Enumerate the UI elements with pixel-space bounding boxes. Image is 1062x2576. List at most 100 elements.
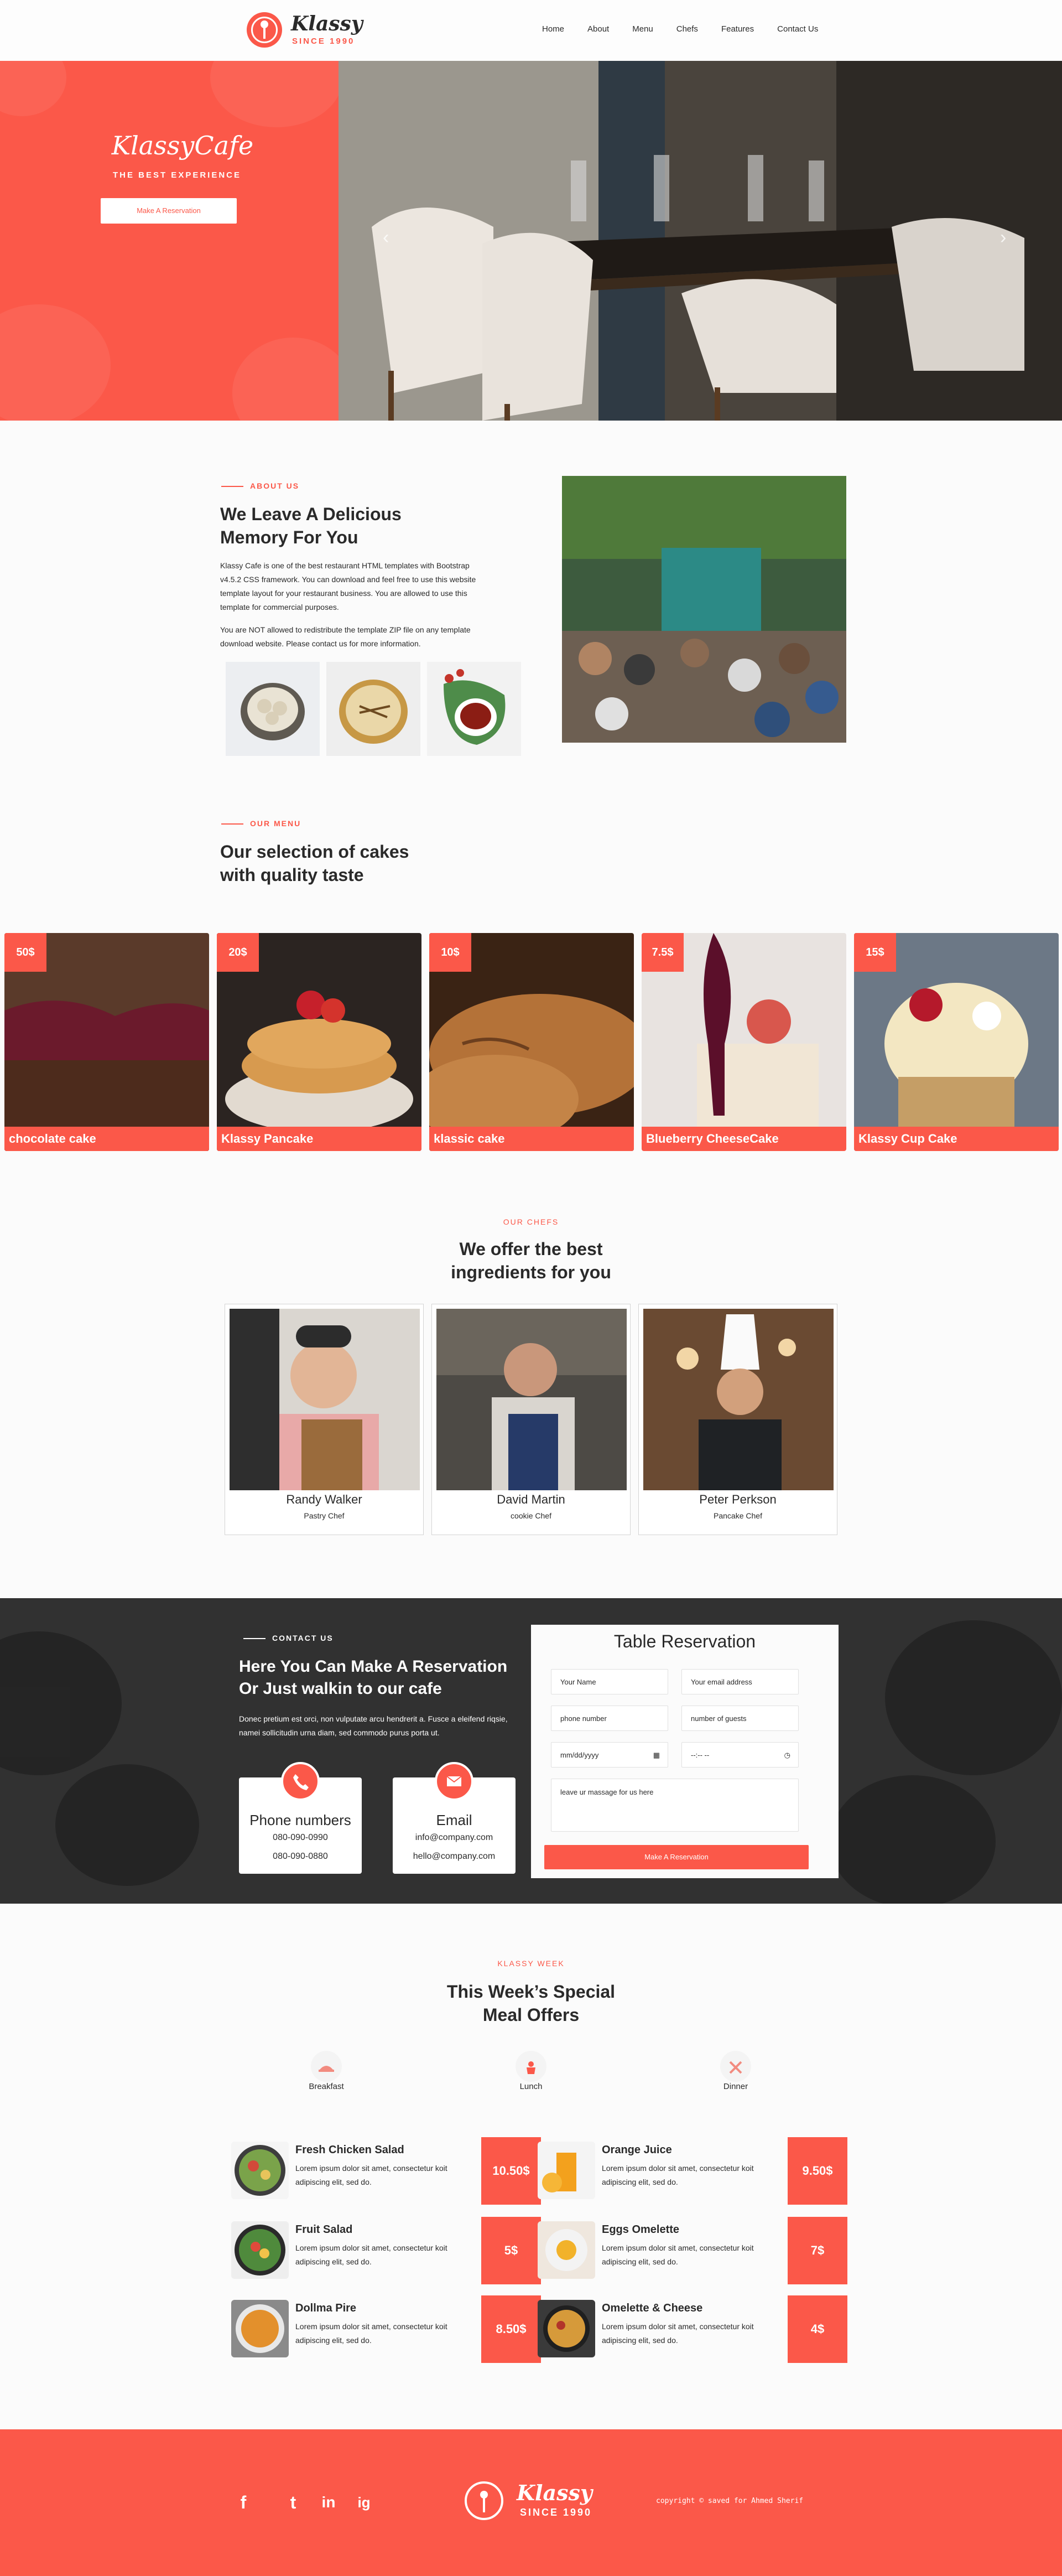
phone-number-1[interactable]: 080-090-0990 — [239, 1833, 362, 1843]
menu-item-price: 15$ — [854, 933, 896, 972]
about-heading-2: Memory For You — [220, 527, 358, 547]
chef-card[interactable]: Randy Walker Pastry Chef — [225, 1304, 424, 1535]
slider-next-icon[interactable]: › — [1000, 227, 1006, 248]
chefs-heading-2: ingredients for you — [451, 1262, 611, 1282]
phone-icon — [281, 1762, 320, 1801]
site-header: Klassy SINCE 1990 Home About Menu Chefs … — [0, 0, 1062, 61]
about-heading-1: We Leave A Delicious — [220, 504, 402, 524]
reservation-heading-2: Or Just walkin to our cafe — [239, 1680, 442, 1698]
menu-item-name: klassic cake — [429, 1127, 634, 1151]
offer-name: Fresh Chicken Salad — [295, 2144, 404, 2156]
about-thumb-bowl[interactable] — [326, 662, 420, 756]
menu-item-card[interactable]: 15$ Klassy Cup Cake — [854, 933, 1059, 1151]
offer-description: Lorem ipsum dolor sit amet, consectetur … — [295, 2164, 447, 2186]
menu-item-name: Klassy Pancake — [217, 1127, 421, 1151]
nav-menu[interactable]: Menu — [632, 24, 653, 38]
menu-item-card[interactable]: 7.5$ Blueberry CheeseCake — [642, 933, 846, 1151]
chef-card[interactable]: David Martin cookie Chef — [431, 1304, 631, 1535]
menu-item-name: chocolate cake — [4, 1127, 209, 1151]
offer-price: 9.50$ — [788, 2137, 847, 2205]
dinner-icon[interactable] — [720, 2051, 751, 2082]
menu-item-price: 7.5$ — [642, 933, 684, 972]
offer-name: Dollma Pire — [295, 2302, 357, 2314]
linkedin-icon[interactable]: in — [317, 2491, 340, 2513]
submit-reservation-button[interactable]: Make A Reservation — [544, 1845, 809, 1869]
instagram-icon[interactable]: ig — [353, 2491, 375, 2513]
copyright-text: copyright © saved for Ahmed Sherif — [656, 2497, 804, 2505]
menu-item-card[interactable]: 50$ chocolate cake — [4, 933, 209, 1151]
chef-role: cookie Chef — [511, 1511, 551, 1520]
envelope-icon — [435, 1762, 473, 1801]
contact-tag: CONTACT US — [243, 1634, 334, 1642]
email-box: Email info@company.com hello@company.com — [393, 1762, 516, 1874]
offer-item[interactable]: Fruit Salad Lorem ipsum dolor sit amet, … — [231, 2217, 541, 2284]
form-title: Table Reservation — [613, 1631, 756, 1651]
facebook-icon[interactable]: f — [232, 2491, 254, 2513]
offer-description: Lorem ipsum dolor sit amet, consectetur … — [295, 2322, 447, 2345]
lunch-icon[interactable] — [516, 2051, 546, 2082]
time-select[interactable]: --:-- -- ◷ — [681, 1742, 799, 1768]
offer-item[interactable]: Orange Juice Lorem ipsum dolor sit amet,… — [538, 2137, 847, 2205]
hero-title: KlassyCafe — [111, 131, 254, 160]
date-input[interactable]: mm/dd/yyyy ▦ — [551, 1742, 668, 1768]
tab-dinner[interactable]: Dinner — [702, 2082, 769, 2091]
about-paragraph-1: Klassy Cafe is one of the best restauran… — [220, 561, 476, 611]
nav-features[interactable]: Features — [721, 24, 754, 38]
menu-item-card[interactable]: 20$ Klassy Pancake — [217, 933, 421, 1151]
offer-description: Lorem ipsum dolor sit amet, consectetur … — [295, 2243, 447, 2266]
offer-item[interactable]: Dollma Pire Lorem ipsum dolor sit amet, … — [231, 2295, 541, 2363]
guests-select[interactable]: number of guests — [681, 1706, 799, 1731]
chef-role: Pancake Chef — [714, 1511, 762, 1520]
footer-logo-text: Klassy — [517, 2480, 592, 2505]
nav-chefs[interactable]: Chefs — [676, 24, 698, 38]
logo[interactable]: Klassy SINCE 1990 — [247, 12, 363, 51]
menu-item-card[interactable]: 10$ klassic cake — [429, 933, 634, 1151]
offer-description: Lorem ipsum dolor sit amet, consectetur … — [602, 2164, 754, 2186]
tab-lunch[interactable]: Lunch — [498, 2082, 564, 2091]
chef-name: Peter Perkson — [699, 1492, 777, 1506]
about-thumb-dumplings[interactable] — [226, 662, 320, 756]
nav-home[interactable]: Home — [542, 24, 564, 38]
nav-about[interactable]: About — [587, 24, 609, 38]
phone-number-2[interactable]: 080-090-0880 — [239, 1852, 362, 1862]
chef-card[interactable]: Peter Perkson Pancake Chef — [638, 1304, 837, 1535]
menu-item-price: 50$ — [4, 933, 46, 972]
offer-item[interactable]: Fresh Chicken Salad Lorem ipsum dolor si… — [231, 2137, 541, 2205]
name-input[interactable]: Your Name — [551, 1669, 668, 1694]
offer-name: Orange Juice — [602, 2144, 672, 2156]
about-paragraph-2: You are NOT allowed to redistribute the … — [220, 625, 471, 648]
calendar-icon[interactable]: ▦ — [653, 1743, 660, 1768]
phone-title: Phone numbers — [249, 1812, 351, 1828]
clock-icon[interactable]: ◷ — [784, 1743, 790, 1768]
email-title: Email — [436, 1812, 472, 1828]
offer-price: 7$ — [788, 2217, 847, 2284]
offer-item[interactable]: Omelette & Cheese Lorem ipsum dolor sit … — [538, 2295, 847, 2363]
menu-item-name: Klassy Cup Cake — [854, 1127, 1059, 1151]
about-thumb-tea[interactable] — [427, 662, 521, 756]
offer-price: 8.50$ — [481, 2295, 541, 2363]
week-tag: KLASSY WEEK — [497, 1959, 565, 1968]
email-address-2[interactable]: hello@company.com — [393, 1852, 516, 1862]
phone-box: Phone numbers 080-090-0990 080-090-0880 — [239, 1762, 362, 1874]
chef-name: Randy Walker — [286, 1492, 362, 1506]
logo-since: SINCE 1990 — [292, 37, 355, 46]
chefs-heading-1: We offer the best — [459, 1239, 603, 1259]
hero-image: ‹ › — [339, 61, 1062, 421]
offer-price: 5$ — [481, 2217, 541, 2284]
phone-input[interactable]: phone number — [551, 1706, 668, 1731]
logo-text: Klassy — [291, 12, 363, 35]
email-input[interactable]: Your email address — [681, 1669, 799, 1694]
offer-name: Eggs Omelette — [602, 2223, 680, 2236]
main-nav: Home About Menu Chefs Features Contact U… — [542, 24, 841, 38]
nav-contact[interactable]: Contact Us — [777, 24, 818, 38]
offer-item[interactable]: Eggs Omelette Lorem ipsum dolor sit amet… — [538, 2217, 847, 2284]
tab-breakfast[interactable]: Breakfast — [293, 2082, 360, 2091]
email-address-1[interactable]: info@company.com — [393, 1833, 516, 1843]
menu-heading-1: Our selection of cakes — [220, 842, 409, 862]
hero-reservation-button[interactable]: Make A Reservation — [101, 198, 237, 224]
breakfast-icon[interactable] — [311, 2051, 342, 2082]
twitter-icon[interactable]: t — [282, 2491, 304, 2513]
message-textarea[interactable]: leave ur massage for us here — [551, 1779, 799, 1832]
week-heading-2: Meal Offers — [482, 2005, 580, 2025]
slider-prev-icon[interactable]: ‹ — [383, 227, 389, 248]
